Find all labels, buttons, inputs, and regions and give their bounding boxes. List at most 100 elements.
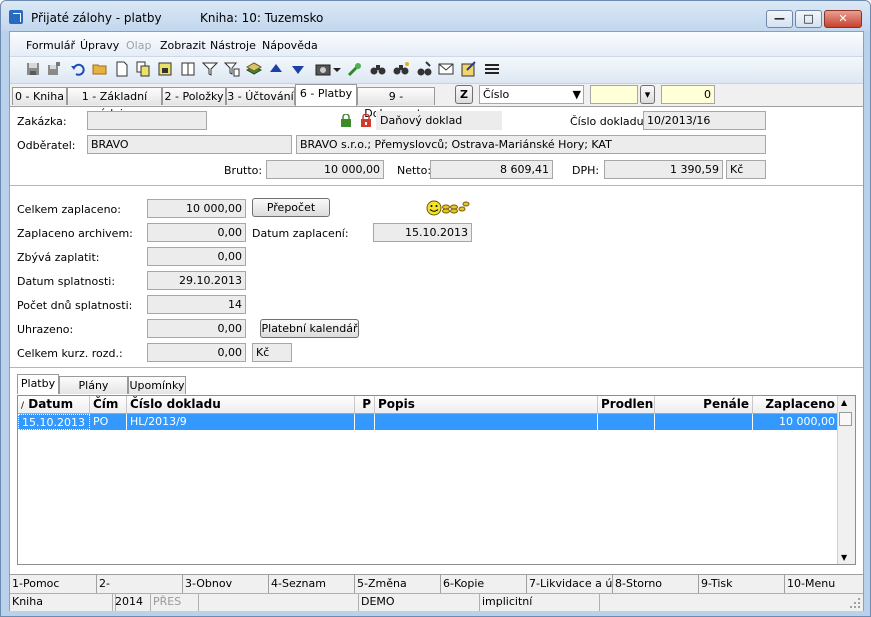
tax-document-field: Daňový doklad [376,111,502,130]
menu-formular[interactable]: Formulář [26,39,75,52]
application-window: Přijaté zálohy - platby Kniha: 10: Tuzem… [0,0,871,617]
status-year: 2014 [113,594,151,611]
fkey-menu[interactable]: 10-Menu [785,575,863,593]
minimize-button[interactable]: — [766,10,793,28]
tab-uctovani[interactable]: 3 - Účtování [226,87,295,105]
title-bar: Přijaté zálohy - platby Kniha: 10: Tuzem… [1,1,870,31]
binoculars-icon[interactable] [370,61,386,77]
arrow-down-icon[interactable] [290,61,306,77]
cell-popis[interactable] [375,414,598,430]
status-empty-2 [199,594,359,611]
odberatel-code-field[interactable]: BRAVO [87,135,292,154]
celkem-zaplaceno-field: 10 000,00 [147,199,246,218]
fkey-pomoc[interactable]: 1-Pomoc [10,575,97,593]
platebni-kalendar-button[interactable]: Platební kalendář [260,319,359,338]
new-document-icon[interactable] [114,61,130,77]
uhrazeno-field: 0,00 [147,319,246,338]
vertical-scrollbar[interactable]: ▲ ▼ [837,396,855,564]
tab-polozky[interactable]: 2 - Položky [162,87,226,105]
smiley-coins-icon [426,200,470,216]
copy-icon[interactable] [135,61,151,77]
menu-olap: Olap [126,39,152,52]
fkey-tisk[interactable]: 9-Tisk [699,575,785,593]
cislo-dokladu-field[interactable]: 10/2013/16 [643,111,766,130]
arrow-up-icon[interactable] [268,61,284,77]
fkey-zmena[interactable]: 5-Změna [355,575,441,593]
cell-cislo-dokladu[interactable]: HL/2013/9 [127,414,355,430]
zakazka-label: Zakázka: [17,115,67,128]
cell-datum[interactable]: 15.10.2013 [18,414,90,430]
subtab-platby[interactable]: Platby [17,374,59,394]
undo-icon[interactable] [70,61,86,77]
scroll-thumb[interactable] [839,412,852,426]
lock-icon[interactable] [157,61,173,77]
column-header-p[interactable]: P [355,396,375,414]
fkey-storno[interactable]: 8-Storno [613,575,699,593]
column-header-cislo-dokladu[interactable]: Číslo dokladu [127,396,355,414]
sort-key-button[interactable]: Z [455,85,473,104]
form-tabs: 0 - Kniha 1 - Základní údaje 2 - Položky… [10,84,863,120]
subtab-upominky[interactable]: Upomínky [128,376,186,394]
scroll-down-icon[interactable]: ▼ [841,553,847,562]
column-header-cim[interactable]: Čím [90,396,127,414]
currency-field: Kč [726,160,766,179]
kurz-currency-field: Kč [252,343,292,362]
sort-filter-input[interactable] [590,85,638,104]
fkey-likvidace[interactable]: 7-Likvidace a účtování [527,575,613,593]
mail-icon[interactable] [438,61,454,77]
dph-field: 1 390,59 [604,160,723,179]
sort-field-select[interactable]: Číslo ▼ [479,85,584,104]
menu-napoveda[interactable]: Nápověda [262,39,318,52]
menu-lines-icon[interactable] [484,61,500,77]
cell-prodleni[interactable] [598,414,655,430]
tools-icon[interactable] [347,61,363,77]
fkey-obnov[interactable]: 3-Obnov [183,575,269,593]
menu-upravy[interactable]: Úpravy [80,39,119,52]
close-button[interactable]: ✕ [824,10,862,28]
cell-p[interactable] [355,414,375,430]
sort-filter-dropdown-button[interactable]: ▾ [640,85,655,104]
tab-zakladni-udaje[interactable]: 1 - Základní údaje [67,87,162,120]
column-header-zaplaceno[interactable]: Zaplaceno [753,396,839,414]
menu-nastroje[interactable]: Nástroje [210,39,256,52]
filter-edit-icon[interactable] [224,61,240,77]
prepocet-button[interactable]: Přepočet [252,198,330,217]
maximize-button[interactable]: □ [795,10,822,28]
fkey-kopie[interactable]: 6-Kopie [441,575,527,593]
column-header-datum[interactable]: / Datum [18,396,90,414]
filter-icon[interactable] [202,61,218,77]
window-title: Přijaté zálohy - platby [31,11,162,25]
zakazka-field[interactable] [87,111,207,130]
kurz-rozd-field: 0,00 [147,343,246,362]
fkey-2[interactable]: 2- [97,575,183,593]
books-stack-icon[interactable] [246,61,262,77]
section-divider [10,185,863,186]
subtab-plany-plateb[interactable]: Plány plateb [59,376,128,409]
dph-label: DPH: [572,164,600,177]
resize-grip-icon[interactable] [849,597,861,609]
binoculars-next-icon[interactable] [393,61,409,77]
camera-icon[interactable] [315,61,331,77]
notes-icon[interactable] [461,61,477,77]
cell-cim[interactable]: PO [90,414,127,430]
fkey-seznam[interactable]: 4-Seznam [269,575,355,593]
book-icon[interactable] [180,61,196,77]
cell-zaplaceno[interactable]: 10 000,00 [753,414,839,430]
tab-dokumenty[interactable]: 9 - Dokumenty [357,87,435,120]
menu-zobrazit[interactable]: Zobrazit [160,39,206,52]
open-folder-icon[interactable] [92,61,108,77]
status-kniha: Kniha [10,594,113,611]
tool-wrench-icon[interactable] [416,61,432,77]
tab-kniha[interactable]: 0 - Kniha [12,87,67,105]
form-client-area: Formulář Úpravy Olap Zobrazit Nástroje N… [9,31,864,611]
column-header-popis[interactable]: Popis [375,396,598,414]
save-as-icon[interactable] [46,61,62,77]
tab-platby[interactable]: 6 - Platby [295,84,357,106]
cell-penale[interactable] [655,414,753,430]
scroll-up-icon[interactable]: ▲ [841,398,847,407]
netto-label: Netto: [397,164,432,177]
save-icon[interactable] [25,61,41,77]
dropdown-icon[interactable] [332,61,342,77]
column-header-prodleni[interactable]: Prodlení [598,396,655,414]
column-header-penale[interactable]: Penále [655,396,753,414]
